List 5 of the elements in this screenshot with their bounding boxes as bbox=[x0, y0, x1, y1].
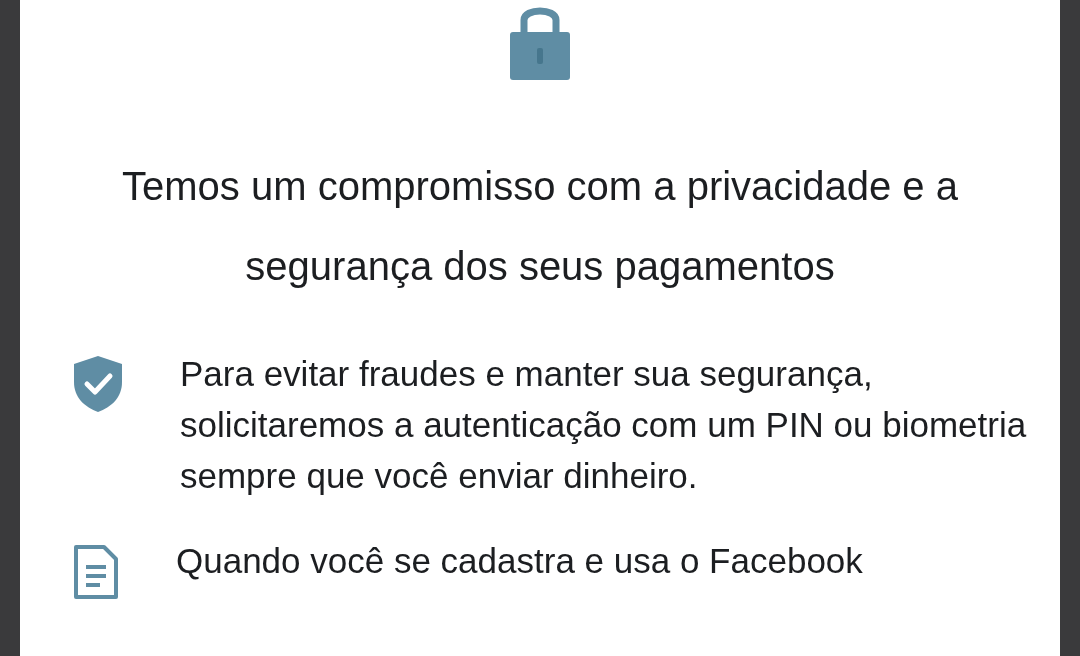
info-text: Quando você se cadastra e usa o Facebook bbox=[176, 540, 863, 582]
shield-check-icon bbox=[72, 354, 124, 414]
document-icon bbox=[72, 543, 120, 599]
info-text: Para evitar fraudes e manter sua segurança, solicitaremos a autenticação com um PIN ou biometria sempre que você enviar dinheiro. bbox=[180, 353, 1028, 497]
heading: Temos um compromisso com a privacidade e a segurança dos seus pagamentos bbox=[121, 163, 959, 290]
